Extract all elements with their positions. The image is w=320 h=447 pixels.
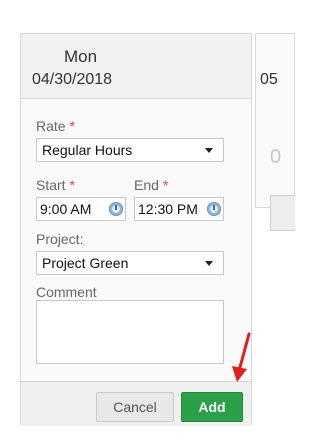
day-entry-card: Mon 04/30/2018 Rate * Regular Hours Star…: [20, 33, 252, 426]
comment-label: Comment: [36, 284, 97, 300]
rate-label-text: Rate: [36, 118, 66, 134]
cancel-button[interactable]: Cancel: [96, 392, 174, 422]
chevron-down-icon: [205, 261, 213, 266]
card-footer: Cancel Add: [21, 381, 251, 426]
start-label: Start *: [36, 177, 75, 193]
start-time-value: 9:00 AM: [40, 201, 92, 217]
day-header: Mon 04/30/2018: [21, 34, 251, 99]
next-day-card-partial: 05 0: [255, 33, 295, 231]
project-select[interactable]: Project Green: [36, 251, 224, 275]
next-day-value-partial: 0: [270, 146, 282, 168]
next-day-date-partial: 05: [260, 71, 278, 88]
project-label: Project:: [36, 231, 84, 247]
rate-select-value: Regular Hours: [42, 142, 133, 158]
day-date: 04/30/2018: [32, 71, 113, 88]
rate-required-mark: *: [69, 118, 75, 134]
start-required-mark: *: [69, 177, 75, 193]
clock-icon[interactable]: [109, 202, 123, 216]
end-label-text: End: [134, 177, 159, 193]
comment-textarea[interactable]: [36, 300, 224, 364]
end-label: End *: [134, 177, 168, 193]
next-day-button-partial[interactable]: [270, 195, 295, 231]
start-time-field[interactable]: 9:00 AM: [36, 197, 126, 221]
screen: Mon 04/30/2018 Rate * Regular Hours Star…: [0, 0, 295, 447]
day-name: Mon: [64, 47, 98, 66]
end-time-value: 12:30 PM: [138, 201, 198, 217]
clock-icon[interactable]: [207, 202, 221, 216]
chevron-down-icon: [205, 148, 213, 153]
end-time-field[interactable]: 12:30 PM: [134, 197, 224, 221]
end-required-mark: *: [162, 177, 169, 193]
add-button[interactable]: Add: [181, 392, 243, 422]
start-label-text: Start: [36, 177, 66, 193]
rate-label: Rate *: [36, 118, 75, 134]
rate-select[interactable]: Regular Hours: [36, 138, 224, 162]
project-select-value: Project Green: [42, 255, 129, 271]
